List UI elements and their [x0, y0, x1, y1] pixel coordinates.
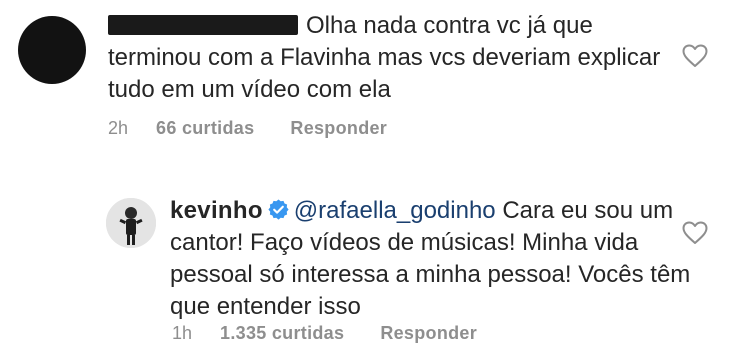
avatar-image [106, 198, 156, 248]
mention-link[interactable]: @rafaella_godinho [294, 197, 496, 224]
reply-button[interactable]: Responder [380, 323, 477, 344]
heart-icon[interactable] [682, 221, 708, 245]
reply-time[interactable]: 1h [172, 323, 192, 344]
comment-time[interactable]: 2h [108, 118, 128, 139]
avatar[interactable] [106, 198, 156, 248]
heart-icon[interactable] [682, 44, 708, 68]
reply-body: kevinho @rafaella_godinho Cara eu sou um… [170, 195, 700, 323]
reply-item: kevinho @rafaella_godinho Cara eu sou um… [0, 178, 750, 362]
reply-likes[interactable]: 1.335 curtidas [220, 323, 344, 344]
reply-username[interactable]: kevinho [170, 197, 263, 224]
comment-item: Olha nada contra vc já que terminou com … [0, 0, 750, 150]
reply-button[interactable]: Responder [290, 118, 387, 139]
comment-meta: 2h 66 curtidas Responder [108, 118, 387, 139]
avatar[interactable] [18, 16, 86, 84]
comment-likes[interactable]: 66 curtidas [156, 118, 254, 139]
redacted-username [108, 15, 298, 35]
verified-badge-icon [268, 199, 289, 220]
comment-body: Olha nada contra vc já que terminou com … [108, 10, 668, 106]
reply-meta: 1h 1.335 curtidas Responder [172, 323, 477, 344]
